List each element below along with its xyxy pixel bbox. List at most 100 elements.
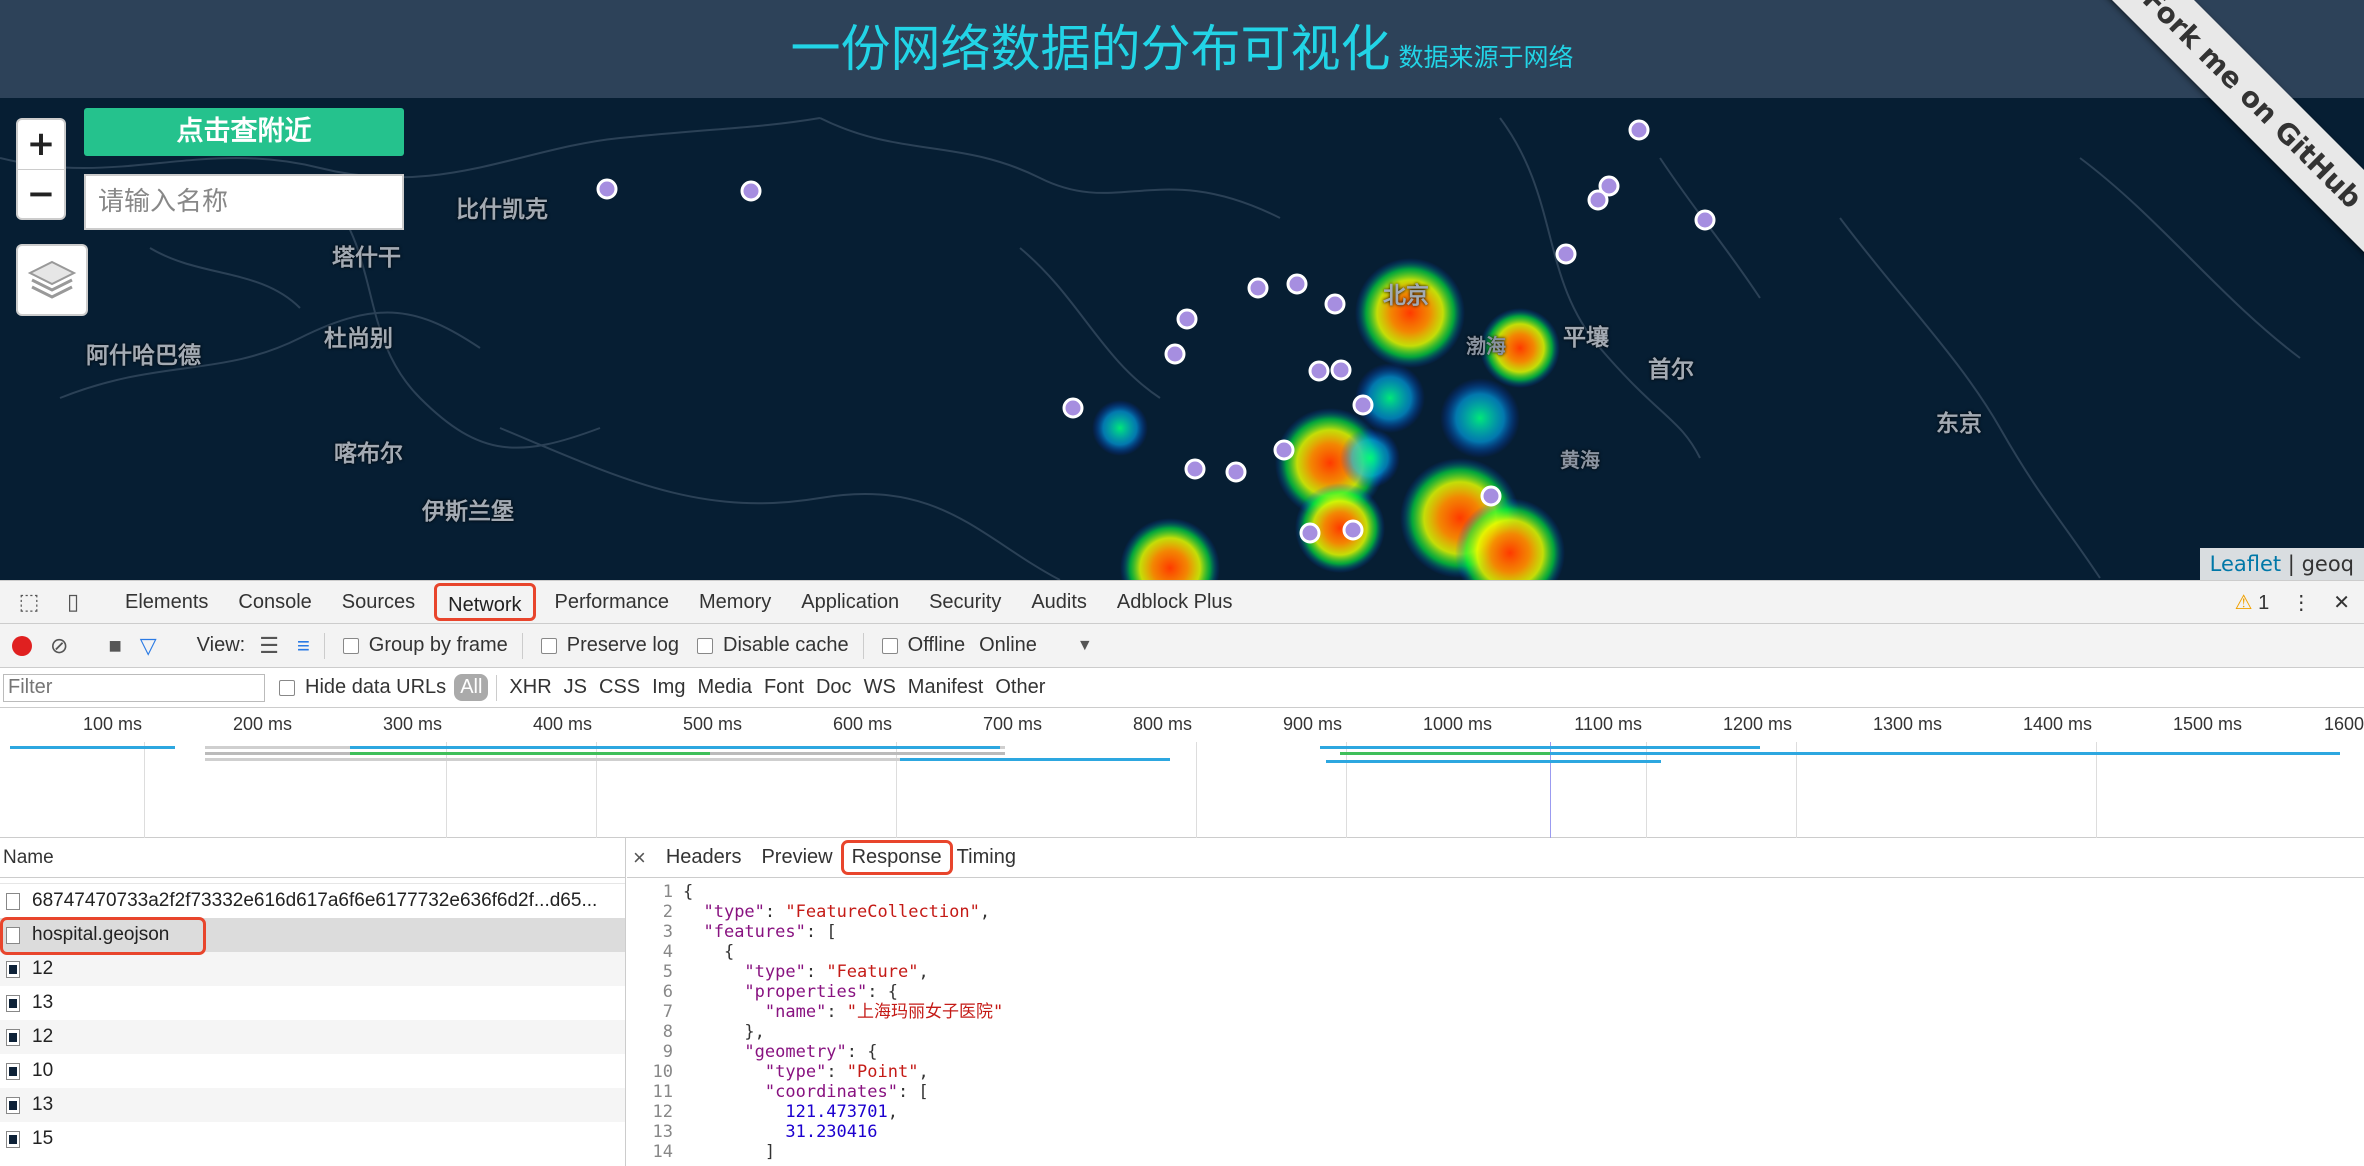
checkbox-label: Hide data URLs xyxy=(305,676,447,698)
timeline-tick: 100 ms xyxy=(82,714,142,734)
tab-preview[interactable]: Preview xyxy=(761,846,832,869)
page-header: 一份网络数据的分布可视化 数据来源于网络 xyxy=(0,0,2364,98)
disable-cache-checkbox[interactable]: Disable cache xyxy=(697,634,849,657)
tab-application[interactable]: Application xyxy=(790,583,910,621)
inspect-element-icon[interactable]: ⬚ xyxy=(14,587,44,617)
hide-data-urls-checkbox[interactable]: Hide data URLs xyxy=(279,676,446,699)
zoom-in-button[interactable]: + xyxy=(18,120,64,169)
line-number: 12 xyxy=(652,1102,673,1122)
close-icon[interactable]: × xyxy=(633,845,646,871)
layers-control[interactable] xyxy=(16,244,88,316)
more-options-icon[interactable]: ⋮ xyxy=(2291,590,2311,615)
throttle-select[interactable]: Online xyxy=(979,634,1037,657)
filter-type-media[interactable]: Media xyxy=(697,676,751,699)
checkbox[interactable] xyxy=(881,637,898,654)
request-row[interactable]: 15 xyxy=(0,1122,625,1156)
timeline-tick: 1200 ms xyxy=(1722,714,1792,734)
device-toolbar-icon[interactable]: ▯ xyxy=(58,587,88,617)
name-column-header[interactable]: Name xyxy=(0,838,625,878)
filter-type-other[interactable]: Other xyxy=(995,676,1045,699)
request-row[interactable]: 13 xyxy=(0,1088,625,1122)
clear-icon[interactable]: ⊘ xyxy=(50,633,68,659)
file-icon xyxy=(6,893,20,910)
warning-count: 1 xyxy=(2258,591,2270,614)
response-body[interactable]: 1{2 "type": "FeatureCollection", 3 "featu… xyxy=(627,878,2364,1162)
code-text: { xyxy=(683,942,735,962)
name-search-input[interactable] xyxy=(84,174,404,230)
preserve-log-checkbox[interactable]: Preserve log xyxy=(540,634,680,657)
filter-type-all[interactable]: All xyxy=(454,674,489,701)
waterfall-view-icon[interactable]: ≡ xyxy=(297,633,310,659)
tab-security[interactable]: Security xyxy=(918,583,1012,621)
checkbox[interactable] xyxy=(342,637,359,654)
map-attribution: Leaflet | geoq xyxy=(2199,548,2364,580)
filter-type-manifest[interactable]: Manifest xyxy=(908,676,984,699)
tab-response[interactable]: Response xyxy=(840,840,953,875)
tab-console[interactable]: Console xyxy=(227,583,322,621)
line-number: 7 xyxy=(662,1002,673,1022)
warning-counter[interactable]: ⚠ 1 xyxy=(2235,590,2270,615)
image-file-icon xyxy=(6,1029,20,1046)
detail-tabbar: × Headers Preview Response Timing xyxy=(627,838,2364,878)
filter-type-img[interactable]: Img xyxy=(652,676,685,699)
checkbox-label: Preserve log xyxy=(566,634,680,656)
filter-type-font[interactable]: Font xyxy=(764,676,804,699)
filter-type-js[interactable]: JS xyxy=(564,676,587,699)
leaflet-link[interactable]: Leaflet xyxy=(2210,552,2282,576)
filter-input[interactable] xyxy=(3,673,265,702)
timeline-tick: 600 ms xyxy=(832,714,892,734)
tab-memory[interactable]: Memory xyxy=(688,583,782,621)
image-file-icon xyxy=(6,1131,20,1148)
network-overview-timeline[interactable]: 100 ms 200 ms 300 ms 400 ms 500 ms 600 m… xyxy=(0,708,2364,838)
code-line: 1{ xyxy=(627,882,2364,902)
record-button[interactable] xyxy=(12,635,32,656)
fork-on-github-ribbon[interactable]: Fork me on GitHub xyxy=(2094,0,2364,261)
map-label: 东京 xyxy=(1936,411,1982,437)
request-row[interactable]: 12 xyxy=(0,952,625,986)
line-number: 14 xyxy=(652,1142,673,1162)
timeline-tick: 300 ms xyxy=(382,714,442,734)
tab-headers[interactable]: Headers xyxy=(666,846,742,869)
large-rows-icon[interactable]: ☰ xyxy=(259,633,279,659)
request-row[interactable]: 13 xyxy=(0,986,625,1020)
highlight-annotation xyxy=(0,917,206,955)
group-by-frame-checkbox[interactable]: Group by frame xyxy=(342,634,508,657)
code-line: 5 "type": "Feature", xyxy=(627,962,2364,982)
close-icon[interactable]: ✕ xyxy=(2333,590,2350,615)
map-label: 杜尚别 xyxy=(324,326,393,352)
heatmap-map[interactable]: 比什凯克 塔什干 杜尚别 阿什哈巴德 喀布尔 伊斯兰堡 北京 渤海 平壤 首尔 … xyxy=(0,98,2364,580)
offline-checkbox[interactable]: Offline xyxy=(881,634,965,657)
tab-performance[interactable]: Performance xyxy=(544,583,681,621)
line-number: 6 xyxy=(662,982,673,1002)
tab-elements[interactable]: Elements xyxy=(114,583,219,621)
filter-type-ws[interactable]: WS xyxy=(864,676,896,699)
timeline-bar xyxy=(1320,746,1760,749)
chevron-down-icon[interactable]: ▼ xyxy=(1077,637,1093,655)
tab-network[interactable]: Network xyxy=(434,583,536,621)
timeline-tick: 1100 ms xyxy=(1574,714,1642,734)
code-text: "features": [ xyxy=(703,922,837,942)
request-row[interactable]: 10 xyxy=(0,1054,625,1088)
request-row[interactable]: 12 xyxy=(0,1020,625,1054)
filter-type-doc[interactable]: Doc xyxy=(816,676,852,699)
request-row[interactable]: 68747470733a2f2f73332e616d617a6f6e617773… xyxy=(0,884,625,918)
tab-timing[interactable]: Timing xyxy=(957,846,1016,869)
line-number: 13 xyxy=(652,1122,673,1142)
tab-adblock-plus[interactable]: Adblock Plus xyxy=(1106,583,1244,621)
tab-sources[interactable]: Sources xyxy=(331,583,426,621)
timeline-cursor xyxy=(1550,742,1551,838)
code-line: 9 "geometry": { xyxy=(627,1042,2364,1062)
request-name: 12 xyxy=(32,1026,54,1047)
filter-icon[interactable]: ▽ xyxy=(140,633,157,659)
filter-type-css[interactable]: CSS xyxy=(599,676,640,699)
filter-type-xhr[interactable]: XHR xyxy=(509,676,551,699)
zoom-out-button[interactable]: − xyxy=(18,169,64,218)
tab-audits[interactable]: Audits xyxy=(1020,583,1098,621)
checkbox[interactable] xyxy=(540,637,557,654)
search-nearby-button[interactable]: 点击查附近 xyxy=(84,108,404,156)
checkbox[interactable] xyxy=(279,679,295,696)
timeline-bar xyxy=(350,752,710,755)
timeline-gridline xyxy=(596,742,597,838)
checkbox[interactable] xyxy=(697,637,714,654)
screenshot-camera-icon[interactable]: ■ xyxy=(108,633,121,659)
